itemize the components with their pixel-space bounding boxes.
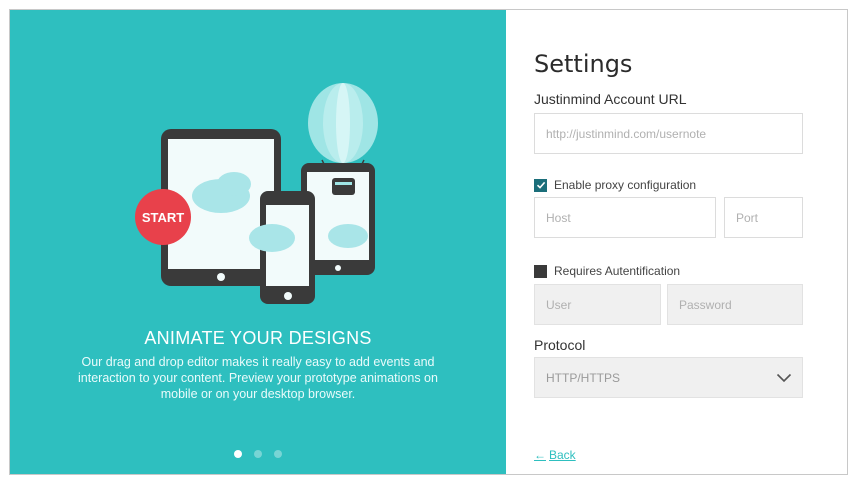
chevron-down-icon <box>776 373 792 382</box>
proxy-checkbox[interactable] <box>534 178 547 192</box>
protocol-label: Protocol <box>534 337 586 353</box>
basket-icon <box>332 178 355 195</box>
app-window: START ANIMATE YOUR DESIGNS Our drag and … <box>9 9 848 475</box>
auth-checkbox[interactable] <box>534 264 547 278</box>
pager-dot-3[interactable] <box>274 450 282 458</box>
settings-panel: Settings Justinmind Account URL Enable p… <box>506 10 847 474</box>
hero-title: ANIMATE YOUR DESIGNS <box>144 328 372 348</box>
back-link[interactable]: ← Back <box>534 448 576 462</box>
carousel-pager <box>10 450 506 458</box>
page-title: Settings <box>534 50 633 78</box>
proxy-checkbox-label: Enable proxy configuration <box>554 178 697 192</box>
password-input[interactable] <box>667 284 803 325</box>
user-input[interactable] <box>534 284 661 325</box>
port-input[interactable] <box>724 197 803 238</box>
start-badge-label: START <box>142 210 184 225</box>
check-icon <box>536 181 545 189</box>
pager-dot-2[interactable] <box>254 450 262 458</box>
arrow-left-icon: ← <box>534 448 546 462</box>
protocol-select[interactable]: HTTP/HTTPS <box>534 357 803 398</box>
auth-option: Requires Autentification <box>534 264 680 278</box>
back-link-label: Back <box>549 448 576 462</box>
hero-description: Our drag and drop editor makes it really… <box>78 355 438 401</box>
account-url-label: Justinmind Account URL <box>534 91 687 107</box>
auth-checkbox-label: Requires Autentification <box>554 264 681 278</box>
protocol-select-value: HTTP/HTTPS <box>546 370 620 385</box>
pager-dot-1[interactable] <box>234 450 242 458</box>
proxy-option: Enable proxy configuration <box>534 178 696 192</box>
host-input[interactable] <box>534 197 716 238</box>
account-url-input[interactable] <box>534 113 803 154</box>
devices-illustration: START <box>135 83 378 304</box>
onboarding-hero: START ANIMATE YOUR DESIGNS Our drag and … <box>10 10 506 474</box>
